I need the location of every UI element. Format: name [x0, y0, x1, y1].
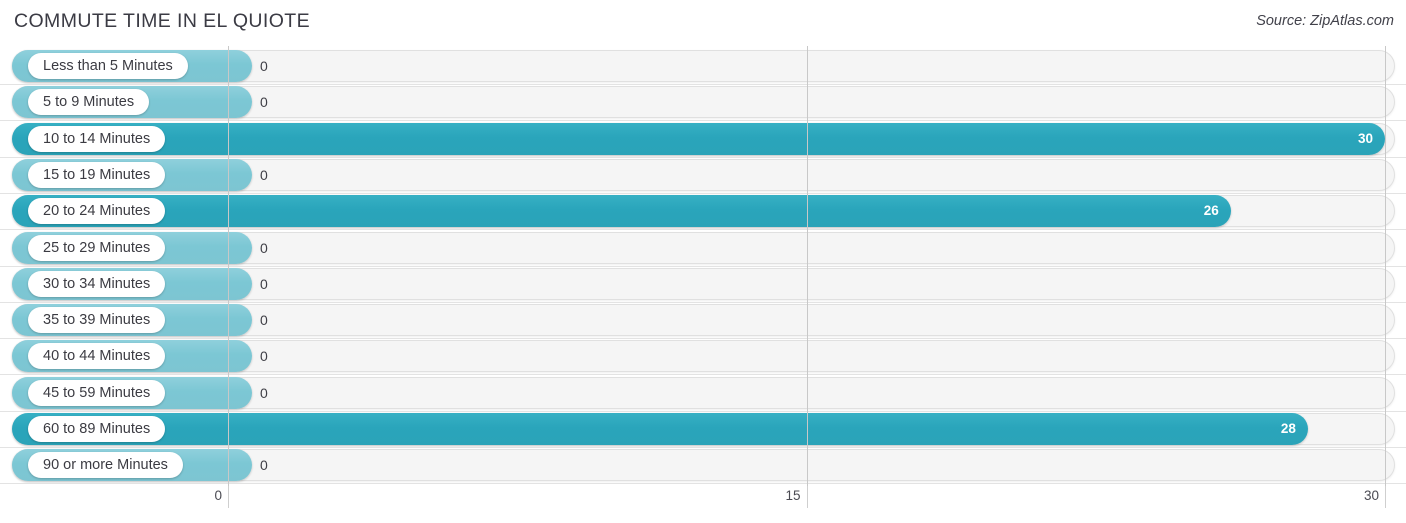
page-title: COMMUTE TIME IN EL QUIOTE: [14, 10, 311, 32]
chart-header: COMMUTE TIME IN EL QUIOTE Source: ZipAtl…: [0, 0, 1406, 45]
bar-value-label: 0: [260, 58, 268, 74]
chart-row[interactable]: 0 5 to 9 Minutes: [0, 86, 1406, 119]
category-label: 90 or more Minutes: [28, 452, 183, 479]
category-label: 20 to 24 Minutes: [28, 198, 166, 225]
row-separator: [0, 447, 1406, 448]
category-label: 40 to 44 Minutes: [28, 343, 166, 370]
chart-plot-area: 0 Less than 5 Minutes 0 5 to 9 Minutes 30 10 …: [0, 46, 1406, 486]
bar-value-label: 0: [260, 312, 268, 329]
chart-row[interactable]: 0 Less than 5 Minutes: [0, 50, 1406, 83]
chart-row[interactable]: 0 25 to 29 Minutes: [0, 231, 1406, 265]
bar-value-label: 26: [1203, 203, 1219, 219]
value-bar[interactable]: [12, 413, 1308, 445]
row-separator: [0, 120, 1406, 122]
gridline-15: [806, 46, 808, 486]
category-label: 35 to 39 Minutes: [28, 307, 166, 334]
row-separator: [0, 301, 1406, 303]
bar-value-label: 30: [1357, 130, 1373, 146]
bar-value-label: 0: [260, 384, 268, 401]
category-label: 45 to 59 Minutes: [28, 379, 166, 406]
row-separator: [0, 265, 1406, 267]
axis-tick-mark: [806, 486, 808, 508]
row-separator: [0, 84, 1406, 85]
category-label: 15 to 19 Minutes: [28, 161, 166, 188]
bar-value-label: 0: [260, 94, 268, 111]
axis-tick-label: 15: [785, 488, 801, 503]
chart-row[interactable]: 0 30 to 34 Minutes: [0, 267, 1406, 301]
chart-row[interactable]: 28 60 to 89 Minutes: [0, 413, 1406, 446]
row-separator: [0, 338, 1406, 340]
value-bar[interactable]: [12, 195, 1231, 228]
row-separator: [0, 229, 1406, 231]
axis-tick-mark: [228, 486, 229, 508]
source-attribution: Source: ZipAtlas.com: [1256, 13, 1394, 29]
bar-value-label: 0: [260, 166, 268, 183]
gridline-30: [1385, 46, 1386, 486]
value-bar[interactable]: [12, 122, 1385, 155]
category-label: 25 to 29 Minutes: [28, 234, 166, 261]
category-label: 10 to 14 Minutes: [28, 125, 166, 152]
x-axis: 0 15 30: [0, 486, 1406, 523]
axis-tick-label: 30: [1363, 488, 1379, 503]
chart-row[interactable]: 0 45 to 59 Minutes: [0, 376, 1406, 410]
bar-value-label: 0: [260, 457, 268, 474]
chart-row[interactable]: 0 35 to 39 Minutes: [0, 304, 1406, 337]
bar-value-label: 0: [260, 239, 268, 256]
chart-row[interactable]: 0 90 or more Minutes: [0, 449, 1406, 482]
row-separator: [0, 192, 1406, 194]
bar-value-label: 0: [260, 348, 268, 365]
row-separator: [0, 410, 1406, 412]
axis-tick-label: 0: [214, 488, 222, 503]
bar-value-label: 0: [260, 275, 268, 292]
row-separator: [0, 483, 1406, 485]
axis-tick-mark: [1385, 486, 1386, 508]
chart-row[interactable]: 30 10 to 14 Minutes: [0, 122, 1406, 156]
category-label: 30 to 34 Minutes: [28, 270, 166, 297]
category-label: Less than 5 Minutes: [28, 53, 188, 79]
gridline-0: [228, 46, 229, 486]
category-label: 5 to 9 Minutes: [28, 89, 150, 116]
chart-row[interactable]: 0 15 to 19 Minutes: [0, 158, 1406, 192]
row-separator: [0, 374, 1406, 376]
chart-row[interactable]: 0 40 to 44 Minutes: [0, 340, 1406, 373]
row-separator: [0, 156, 1406, 158]
chart-row[interactable]: 26 20 to 24 Minutes: [0, 195, 1406, 228]
bar-value-label: 28: [1280, 421, 1296, 436]
category-label: 60 to 89 Minutes: [28, 416, 166, 442]
